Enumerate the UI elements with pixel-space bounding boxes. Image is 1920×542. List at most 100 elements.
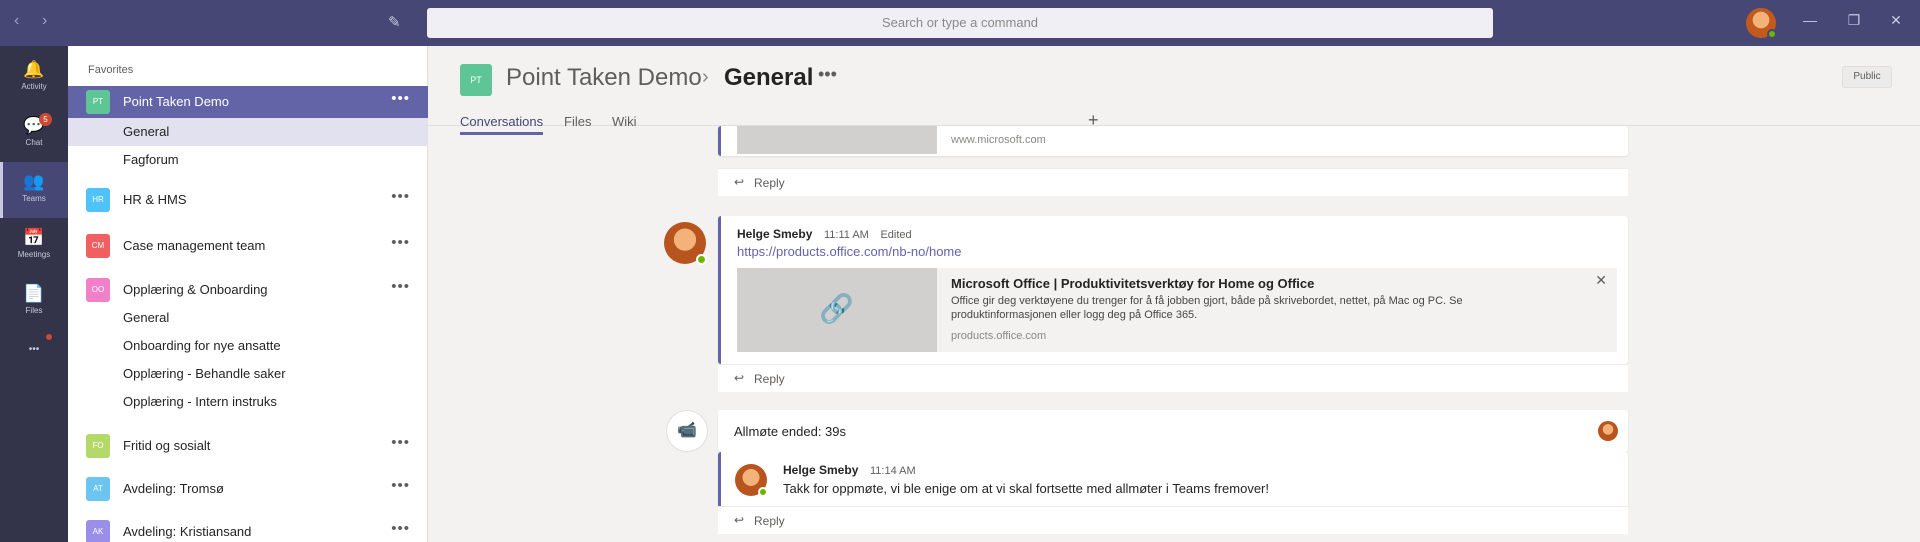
breadcrumb-separator-icon: › [702, 66, 709, 88]
channel-more-icon[interactable]: ••• [818, 64, 837, 85]
bell-icon: 🔔 [23, 60, 45, 79]
minimize-icon[interactable]: — [1800, 12, 1820, 28]
more-options-icon[interactable]: ••• [391, 234, 410, 251]
more-options-icon[interactable]: ••• [391, 90, 410, 107]
forward-arrow-icon[interactable]: › [42, 12, 47, 30]
meeting-ended-title: Allmøte ended: 39s [734, 424, 847, 439]
message-card: Helge Smeby 11:11 AM Edited https://prod… [718, 216, 1628, 364]
back-arrow-icon[interactable]: ‹ [14, 12, 19, 30]
channel-header: PT Point Taken Demo › General ••• Public… [428, 46, 1920, 135]
message-time: 11:11 AM [824, 229, 869, 241]
presence-available-icon [758, 487, 768, 497]
search-input[interactable]: Search or type a command [427, 8, 1493, 38]
team-avatar: CM [86, 234, 110, 258]
reply-label: Reply [754, 514, 785, 528]
channel-name: General [123, 124, 170, 139]
tab-conversations[interactable]: Conversations [460, 114, 544, 135]
team-name: HR & HMS [123, 192, 187, 207]
message-card: www.microsoft.com [718, 126, 1628, 156]
appbar-chat-label: Chat [25, 138, 43, 147]
teams-list: Favorites PT Point Taken Demo ••• Genera… [68, 46, 428, 542]
author-avatar[interactable] [735, 464, 768, 497]
team-fritid-sosialt[interactable]: FO Fritid og sosialt ••• [68, 430, 428, 462]
reply-button[interactable]: Reply ↩ Reply [718, 168, 1628, 196]
author-avatar[interactable] [664, 222, 707, 265]
restore-icon[interactable]: ❐ [1844, 12, 1864, 29]
appbar-chat[interactable]: 💬 Chat 5 [0, 106, 68, 162]
appbar-meetings-label: Meetings [17, 250, 51, 259]
team-name: Case management team [123, 238, 266, 253]
calendar-icon: 📅 [23, 228, 45, 247]
more-options-icon[interactable]: ••• [391, 188, 410, 205]
team-avatar: PT [460, 64, 492, 96]
team-avatar: FO [86, 434, 110, 458]
message-author[interactable]: Helge Smeby [783, 463, 858, 477]
reply-arrow-icon: ↩ [734, 371, 745, 385]
message-link[interactable]: https://products.office.com/nb-no/home [737, 244, 962, 259]
channel-general[interactable]: General [68, 118, 428, 146]
user-avatar[interactable] [1746, 8, 1777, 39]
more-options-icon[interactable]: ••• [391, 477, 410, 494]
participant-avatar[interactable] [1598, 421, 1618, 441]
team-avdeling-kristiansand[interactable]: AK Avdeling: Kristiansand ••• [68, 516, 428, 542]
link-preview-title[interactable]: Microsoft Office | Produktivitetsverktøy… [951, 276, 1314, 291]
close-preview-icon[interactable]: ✕ [1595, 272, 1607, 289]
more-options-icon[interactable]: ••• [391, 434, 410, 451]
link-preview-thumbnail: 🔗 [737, 268, 937, 352]
meeting-camera-icon: 📹 [666, 410, 708, 452]
appbar-teams[interactable]: 👥 Teams [0, 162, 68, 218]
message-author[interactable]: Helge Smeby [737, 227, 812, 241]
chat-icon: 💬 [23, 116, 45, 135]
link-preview-site: products.office.com [951, 330, 1047, 342]
channel-behandle-saker[interactable]: Opplæring - Behandle saker [68, 360, 428, 388]
appbar-meetings[interactable]: 📅 Meetings [0, 218, 68, 274]
teams-icon: 👥 [23, 172, 45, 191]
channel-name: General [123, 310, 170, 325]
team-avatar: HR [86, 188, 110, 212]
more-apps-icon: ••• [28, 344, 40, 355]
file-icon: 📄 [23, 284, 45, 303]
breadcrumb-channel: General [724, 64, 814, 91]
more-options-icon[interactable]: ••• [391, 278, 410, 295]
team-avatar: AT [86, 477, 110, 501]
team-avdeling-tromso[interactable]: AT Avdeling: Tromsø ••• [68, 473, 428, 505]
appbar-more[interactable]: ••• [0, 330, 68, 386]
team-name: Opplæring & Onboarding [123, 282, 268, 297]
channel-general-onboarding[interactable]: General [68, 304, 428, 332]
appbar-activity[interactable]: 🔔 Activity [0, 50, 68, 106]
tab-files[interactable]: Files [564, 114, 591, 129]
public-badge: Public [1842, 66, 1892, 88]
compose-icon[interactable]: ✎ [388, 13, 408, 33]
presence-available-icon [1767, 29, 1777, 39]
team-point-taken-demo[interactable]: PT Point Taken Demo ••• [68, 86, 428, 118]
message-edited: Edited [880, 229, 912, 241]
reply-button[interactable]: ↩ Reply [718, 506, 1628, 534]
meeting-ended-card: Allmøte ended: 39s [718, 410, 1628, 452]
team-avatar: PT [86, 90, 110, 114]
notification-dot [46, 334, 52, 340]
channel-onboarding-nye-ansatte[interactable]: Onboarding for nye ansatte [68, 332, 428, 360]
breadcrumb-team[interactable]: Point Taken Demo [506, 64, 702, 92]
presence-available-icon [696, 254, 707, 265]
link-preview-site: www.microsoft.com [951, 134, 1046, 146]
appbar-files-label: Files [25, 306, 43, 315]
appbar-files[interactable]: 📄 Files [0, 274, 68, 330]
team-name: Avdeling: Kristiansand [123, 524, 252, 539]
link-preview-card[interactable]: 🔗 Microsoft Office | Produktivitetsverkt… [737, 268, 1617, 352]
team-case-management[interactable]: CM Case management team ••• [68, 230, 428, 262]
team-opplaering-onboarding[interactable]: OO Opplæring & Onboarding ••• [68, 274, 428, 306]
chat-badge: 5 [39, 113, 52, 126]
close-icon[interactable]: ✕ [1886, 12, 1906, 29]
tab-wiki[interactable]: Wiki [612, 114, 637, 129]
channel-fagforum[interactable]: Fagforum [68, 146, 428, 174]
more-options-icon[interactable]: ••• [391, 520, 410, 537]
appbar-teams-label: Teams [22, 194, 46, 203]
channel-name: Onboarding for nye ansatte [123, 338, 281, 353]
reply-button[interactable]: ↩ Reply [718, 364, 1628, 392]
team-avatar: AK [86, 520, 110, 542]
channel-name: Opplæring - Intern instruks [123, 394, 277, 409]
channel-intern-instruks[interactable]: Opplæring - Intern instruks [68, 388, 428, 416]
team-name: Fritid og sosialt [123, 438, 211, 453]
team-hr-hms[interactable]: HR HR & HMS ••• [68, 184, 428, 216]
meeting-reply-card: Helge Smeby 11:14 AM Takk for oppmøte, v… [718, 452, 1628, 508]
